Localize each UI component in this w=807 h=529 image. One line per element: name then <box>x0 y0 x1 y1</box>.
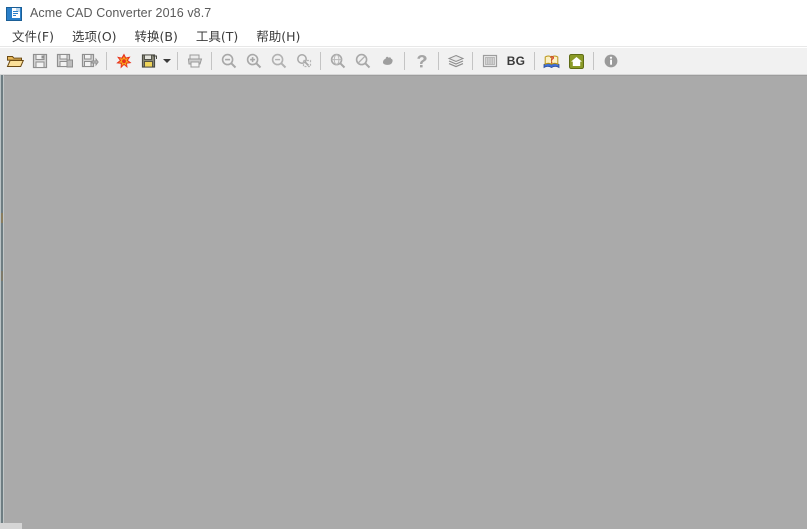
toolbar-separator <box>211 52 212 70</box>
toolbar-separator <box>472 52 473 70</box>
app-icon <box>6 6 22 22</box>
application-window: Acme CAD Converter 2016 v8.7 文件(F) 选项(O)… <box>0 0 807 529</box>
image-button[interactable] <box>478 50 501 73</box>
export-icon <box>81 53 99 68</box>
toolbar-separator <box>404 52 405 70</box>
zoom-extents-button[interactable] <box>326 50 349 73</box>
pan-icon <box>382 56 393 65</box>
toolbar-separator <box>534 52 535 70</box>
background-window-bottom-sliver <box>0 523 22 529</box>
about-info-icon <box>604 54 617 68</box>
about-button[interactable] <box>599 50 622 73</box>
layers-icon <box>447 54 464 68</box>
toolbar-separator <box>438 52 439 70</box>
toolbar-separator <box>320 52 321 70</box>
menu-file[interactable]: 文件(F) <box>3 27 63 46</box>
zoom-window-button[interactable] <box>292 50 315 73</box>
export-button[interactable] <box>78 50 101 73</box>
zoom-previous-icon <box>271 53 286 69</box>
toolbar-separator <box>177 52 178 70</box>
window-title: Acme CAD Converter 2016 v8.7 <box>30 6 212 21</box>
open-file-icon <box>6 56 24 67</box>
open-file-button[interactable] <box>3 50 26 73</box>
home-icon <box>569 53 584 69</box>
save-button[interactable] <box>28 50 51 73</box>
layers-button[interactable] <box>444 50 467 73</box>
toolbar-separator <box>106 52 107 70</box>
save-icon <box>32 53 47 69</box>
pan-button[interactable] <box>376 50 399 73</box>
toolbar: BG <box>0 48 807 75</box>
zoom-all-icon <box>355 53 370 69</box>
batch-convert-dropdown-arrow-button[interactable] <box>161 50 173 73</box>
print-icon <box>187 54 202 68</box>
home-button[interactable] <box>565 50 588 73</box>
save-as-button[interactable] <box>53 50 76 73</box>
drawing-canvas[interactable] <box>0 75 807 529</box>
menu-options[interactable]: 选项(O) <box>63 27 126 46</box>
toolbar-separator <box>593 52 594 70</box>
menu-help[interactable]: 帮助(H) <box>247 27 309 46</box>
pdf-export-icon <box>116 53 132 68</box>
zoom-out-button[interactable] <box>217 50 240 73</box>
help-book-icon <box>543 55 560 68</box>
chevron-down-icon <box>163 59 171 63</box>
title-bar: Acme CAD Converter 2016 v8.7 <box>0 0 807 27</box>
zoom-extents-icon <box>330 53 345 69</box>
menu-tools[interactable]: 工具(T) <box>187 27 247 46</box>
menu-convert[interactable]: 转换(B) <box>126 27 187 46</box>
batch-convert-button[interactable] <box>137 50 160 73</box>
zoom-all-button[interactable] <box>351 50 374 73</box>
zoom-previous-button[interactable] <box>267 50 290 73</box>
save-as-icon <box>56 53 73 68</box>
measure-icon <box>416 55 427 68</box>
batch-convert-icon <box>141 54 157 68</box>
print-button[interactable] <box>183 50 206 73</box>
background-color-button[interactable]: BG <box>503 50 529 73</box>
measure-button[interactable] <box>410 50 433 73</box>
zoom-window-icon <box>296 54 311 68</box>
help-button[interactable] <box>540 50 563 73</box>
background-color-label: BG <box>506 54 526 68</box>
canvas-top-edge <box>0 75 807 76</box>
image-icon <box>482 54 497 68</box>
zoom-in-icon <box>246 53 261 69</box>
zoom-out-icon <box>221 53 236 69</box>
pdf-export-button[interactable] <box>112 50 135 73</box>
background-window-sliver <box>0 75 4 529</box>
menu-bar: 文件(F) 选项(O) 转换(B) 工具(T) 帮助(H) <box>0 27 807 47</box>
zoom-in-button[interactable] <box>242 50 265 73</box>
